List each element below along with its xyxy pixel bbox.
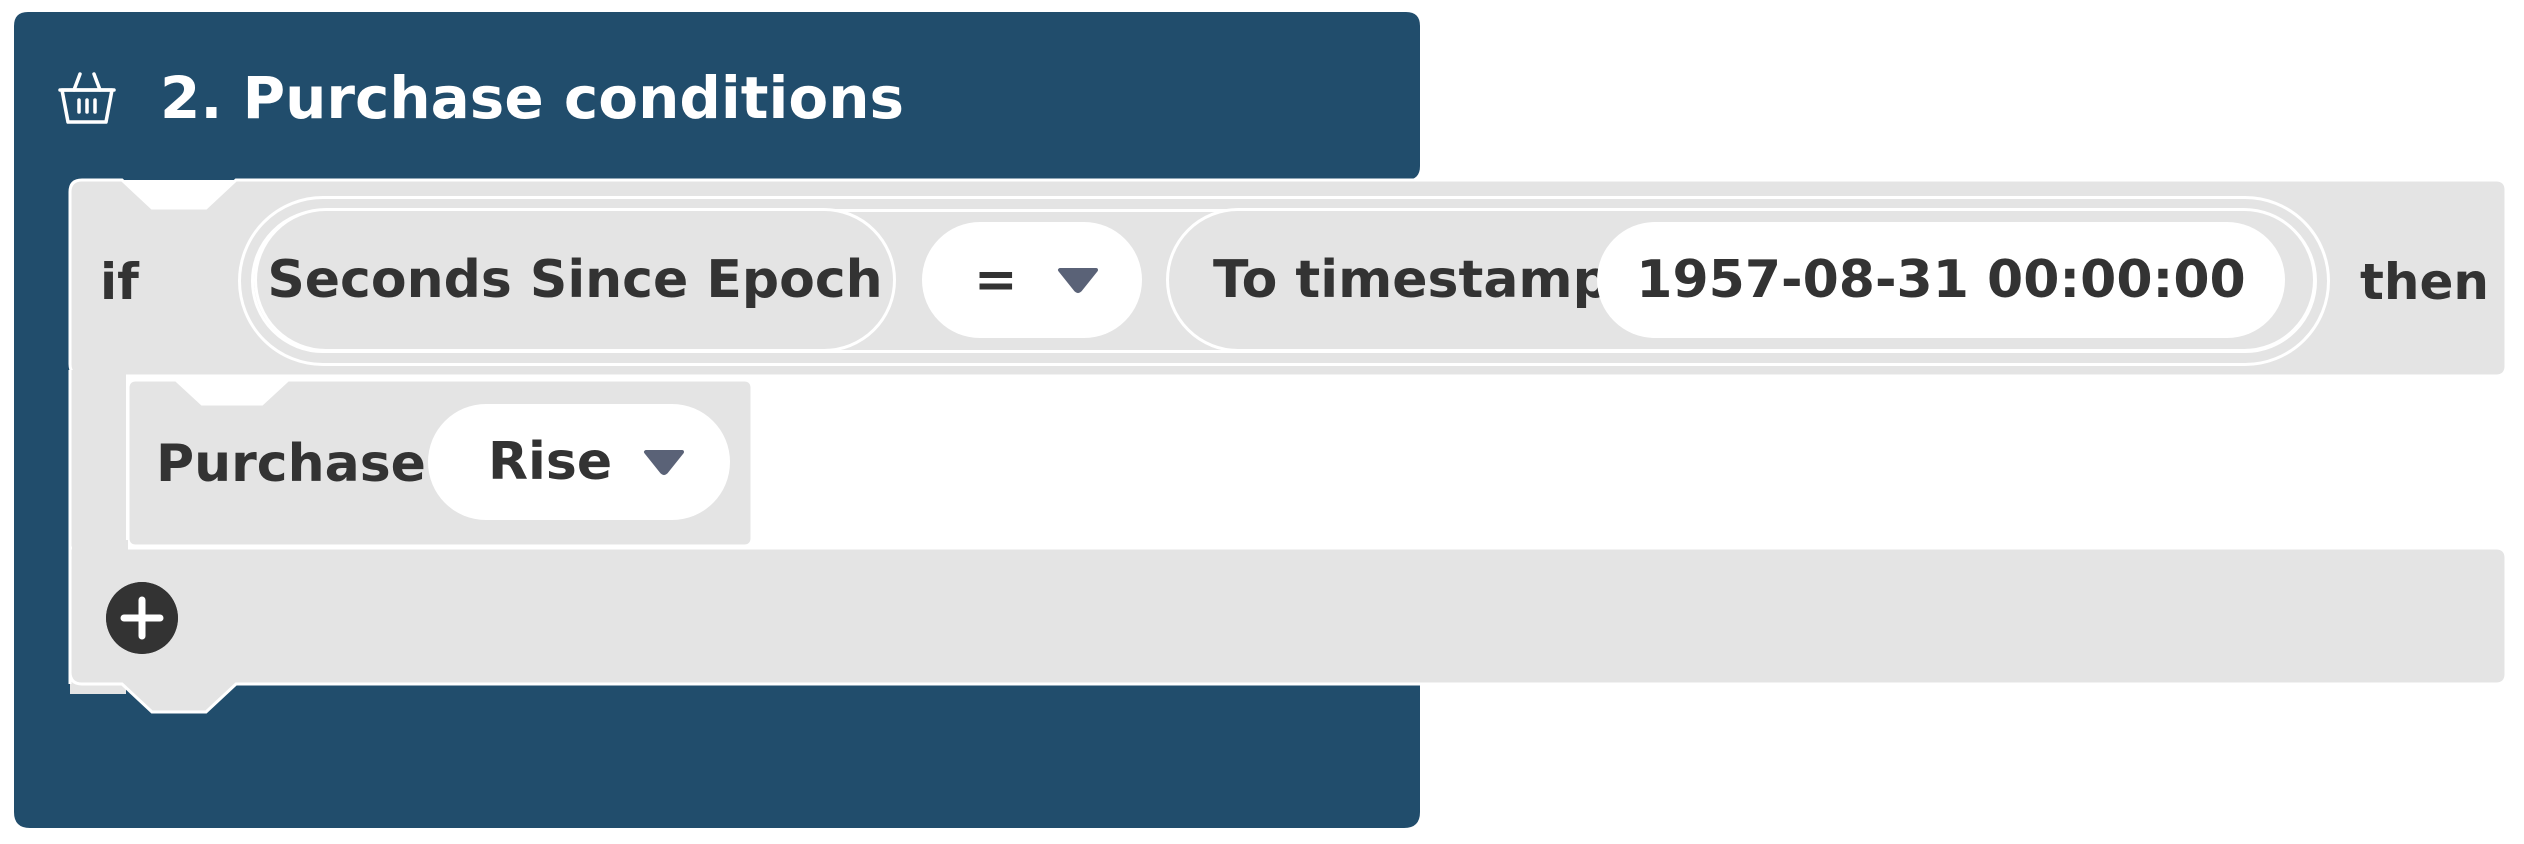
seconds-since-epoch-block[interactable]: Seconds Since Epoch (254, 208, 896, 352)
if-keyword: if (100, 253, 139, 311)
contract-type-dropdown[interactable]: Rise (428, 404, 730, 520)
purchase-label: Purchase (156, 434, 426, 494)
to-timestamp-block[interactable]: To timestamp 1957-08-31 00:00:00 (1166, 208, 2316, 352)
chevron-down-icon (1058, 268, 1098, 293)
operator-dropdown[interactable]: = (922, 222, 1142, 338)
left-operand-label: Seconds Since Epoch (267, 250, 883, 310)
then-keyword: then (2360, 253, 2490, 311)
timestamp-input[interactable]: 1957-08-31 00:00:00 (1597, 222, 2285, 338)
basket-icon (58, 72, 116, 124)
block-title: 2. Purchase conditions (160, 64, 905, 132)
to-timestamp-label: To timestamp (1213, 250, 1610, 310)
block-workspace: 2. Purchase conditions if then Seconds S… (0, 0, 2524, 844)
contract-type-value: Rise (488, 432, 613, 492)
operator-value: = (974, 250, 1018, 310)
chevron-down-icon (644, 450, 684, 475)
add-else-button[interactable] (106, 582, 178, 654)
